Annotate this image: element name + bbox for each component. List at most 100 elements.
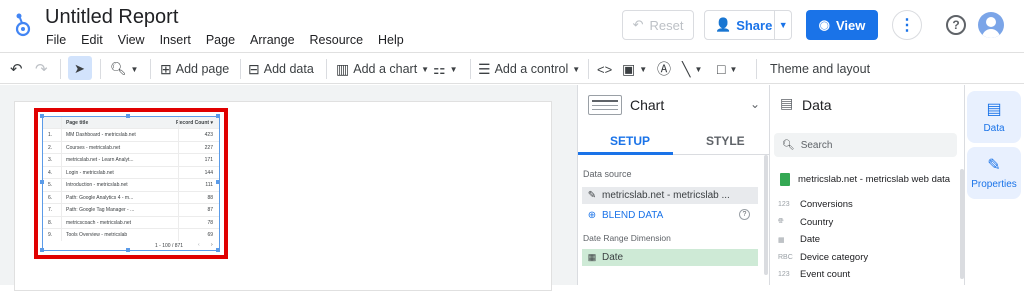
add-person-icon: 👤 xyxy=(715,17,732,32)
add-chart-icon: ▥ xyxy=(336,60,350,77)
cell-page-title: Path: Google Tag Manager - ... xyxy=(66,207,135,213)
shape-icon[interactable]: □ ▼ xyxy=(717,59,737,79)
undo-icon[interactable]: ↶ xyxy=(10,59,23,79)
cell-record-count: 423 xyxy=(204,132,213,138)
table-row[interactable]: 3. metricslab.net - Learn Analyt... 171 xyxy=(43,153,219,166)
redo-icon[interactable]: ↷ xyxy=(35,59,48,79)
chart-type-dropdown-icon[interactable]: ⌄ xyxy=(750,97,760,111)
data-field-item[interactable]: 123 Event count xyxy=(778,269,850,280)
edit-pencil-icon[interactable]: ✎ xyxy=(582,190,602,201)
menu-resource[interactable]: Resource xyxy=(310,33,364,47)
more-options-icon[interactable]: ⋮ xyxy=(892,10,922,40)
cell-page-title: Courses - metricslab.net xyxy=(66,144,121,151)
cell-page-title: Tools Overview - metricslab xyxy=(66,232,128,238)
line-icon[interactable]: ╲ ▼ xyxy=(682,59,702,79)
scrollbar[interactable] xyxy=(764,155,768,275)
calendar-icon: ▦ xyxy=(587,252,597,262)
add-data-button[interactable]: ⊟ Add data xyxy=(248,59,314,79)
tab-style[interactable]: STYLE xyxy=(706,134,745,148)
data-field-item[interactable]: 123 Conversions xyxy=(778,199,853,210)
add-circle-icon: ⊕ xyxy=(587,210,597,221)
select-cursor-icon[interactable]: ➤ xyxy=(74,59,85,79)
report-title[interactable]: Untitled Report xyxy=(45,6,178,29)
date-range-dimension-chip[interactable]: ▦ Date xyxy=(582,249,758,266)
column-header-record-count[interactable]: Record Count ▾ xyxy=(176,120,213,126)
reset-button[interactable]: ↶ Reset xyxy=(622,10,694,40)
control-icon: ☰ xyxy=(478,60,491,77)
data-field-item[interactable]: RBC Device category xyxy=(778,252,868,263)
data-table-icon: ▤ xyxy=(780,95,794,111)
column-header-page-title[interactable]: Page title xyxy=(66,120,88,126)
image-icon[interactable]: ▣ ▼ xyxy=(622,59,647,79)
sheets-icon xyxy=(780,173,790,186)
cell-record-count: 111 xyxy=(205,182,213,188)
next-page-icon[interactable]: › xyxy=(211,242,213,248)
calendar-icon: ▦ xyxy=(778,236,785,244)
table-row[interactable]: 9. Tools Overview - metricslab 69 xyxy=(43,228,219,241)
menu-help[interactable]: Help xyxy=(378,33,404,47)
blend-data-button[interactable]: ⊕ BLEND DATA xyxy=(582,207,756,224)
data-field-item[interactable]: 🌐︎ Country xyxy=(778,217,833,228)
rail-properties-button[interactable]: ✎ Properties xyxy=(967,147,1021,199)
text-box-icon[interactable]: Ⓐ xyxy=(657,59,671,79)
community-viz-icon[interactable]: ⚏ ▼ xyxy=(433,59,457,79)
menu-arrange[interactable]: Arrange xyxy=(250,33,294,47)
add-control-button[interactable]: ☰ Add a control ▼ xyxy=(478,59,580,79)
prev-page-icon[interactable]: ‹ xyxy=(198,242,200,248)
row-number: 6. xyxy=(48,194,53,201)
undo-reset-icon: ↶ xyxy=(632,17,644,32)
data-rail-icon: ▤ xyxy=(986,101,1002,118)
blend-help-icon[interactable]: ? xyxy=(739,209,750,220)
menu-insert[interactable]: Insert xyxy=(160,33,191,47)
cell-record-count: 87 xyxy=(207,207,213,213)
chart-panel-tabs: SETUP STYLE xyxy=(578,125,769,155)
menu-edit[interactable]: Edit xyxy=(81,33,103,47)
menu-page[interactable]: Page xyxy=(206,33,235,47)
help-icon[interactable]: ? xyxy=(946,15,966,35)
table-row[interactable]: 2. Courses - metricslab.net 227 xyxy=(43,140,219,154)
row-number: 2. xyxy=(48,144,53,151)
eye-icon: ◉ xyxy=(818,17,830,32)
menu-file[interactable]: File xyxy=(46,33,66,47)
zoom-icon[interactable]: 🔍︎ ▼ xyxy=(110,59,138,79)
table-row[interactable]: 6. Path: Google Analytics 4 - m... 88 xyxy=(43,190,219,204)
table-chart-type-icon[interactable] xyxy=(588,95,622,115)
cell-record-count: 78 xyxy=(207,219,213,226)
tab-setup[interactable]: SETUP xyxy=(610,134,650,148)
chart-panel-title: Chart xyxy=(630,97,665,113)
highlight-frame: Page title Record Count ▾ 1. MM Dashboard… xyxy=(34,108,228,259)
toolbar: ↶ ↷ ➤ 🔍︎ ▼ ⊞ Add page ⊟ Add data ▥ Add a cha… xyxy=(0,52,1024,84)
cell-record-count: 88 xyxy=(207,194,213,201)
table-row[interactable]: 4. Login - metricslab.net 144 xyxy=(43,165,219,179)
menu-bar: File Edit View Insert Page Arrange Resou… xyxy=(46,33,419,47)
field-name: Device category xyxy=(800,251,869,263)
row-number: 8. xyxy=(48,219,53,226)
looker-studio-logo-icon[interactable] xyxy=(14,12,32,38)
table-header: Page title Record Count ▾ xyxy=(43,117,219,128)
cell-record-count: 227 xyxy=(204,144,213,151)
add-chart-button[interactable]: ▥ Add a chart ▼ xyxy=(336,59,429,79)
add-page-button[interactable]: ⊞ Add page xyxy=(160,59,229,79)
table-row[interactable]: 1. MM Dashboard - metricslab.net 423 xyxy=(43,128,219,141)
table-chart[interactable]: Page title Record Count ▾ 1. MM Dashboard… xyxy=(42,116,220,251)
rail-data-button[interactable]: ▤ Data xyxy=(967,91,1021,143)
field-name: Conversions xyxy=(800,199,853,210)
add-page-icon: ⊞ xyxy=(160,60,172,77)
data-search-input[interactable]: 🔍︎ Search xyxy=(774,133,957,157)
table-pagination: 1 - 100 / 871 ‹ › xyxy=(43,241,219,251)
table-row[interactable]: 5. Introduction - metricslab.net 111 xyxy=(43,178,219,191)
theme-layout-button[interactable]: Theme and layout xyxy=(770,59,870,79)
data-source-header[interactable]: metricslab.net - metricslab web data xyxy=(780,173,950,186)
view-button[interactable]: ◉ View xyxy=(806,10,878,40)
table-row[interactable]: 8. metricscoach - metricslab.net 78 xyxy=(43,215,219,229)
embed-code-icon[interactable]: <> xyxy=(597,59,612,79)
avatar[interactable] xyxy=(978,12,1004,38)
share-dropdown-icon[interactable]: ▼ xyxy=(775,20,791,30)
menu-view[interactable]: View xyxy=(118,33,145,47)
share-button[interactable]: 👤 Share ▼ xyxy=(704,10,792,40)
data-field-item[interactable]: ▦ Date xyxy=(778,234,820,245)
cell-record-count: 144 xyxy=(204,169,213,176)
data-source-field[interactable]: ✎ metricslab.net - metricslab ... xyxy=(582,187,758,204)
table-row[interactable]: 7. Path: Google Tag Manager - ... 87 xyxy=(43,203,219,216)
field-name: Date xyxy=(800,234,821,245)
